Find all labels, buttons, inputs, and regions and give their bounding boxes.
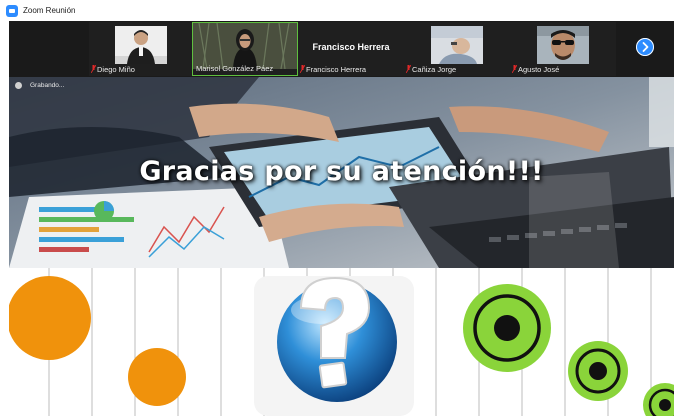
recording-label: Grabando... <box>30 82 65 89</box>
participant-name: Marisol González Páez <box>196 64 274 73</box>
participant-tile-marisol[interactable]: Marisol González Páez <box>192 22 298 76</box>
participant-name: Diego Miño <box>97 65 135 74</box>
shared-screen: Grabando... Gracias por su atención!!! <box>9 77 674 416</box>
recording-indicator: Grabando... <box>15 82 64 89</box>
muted-mic-icon <box>300 65 305 73</box>
participant-video <box>431 26 483 64</box>
participant-display-name: Francisco Herrera <box>312 42 390 52</box>
window-title: Zoom Reunión <box>23 6 76 15</box>
muted-mic-icon <box>512 65 517 73</box>
decorative-graphics <box>9 268 674 416</box>
participant-strip: Diego Miño Marisol González Páez Francis… <box>9 21 674 77</box>
zoom-logo-icon <box>6 4 18 17</box>
participant-tile-agusto[interactable]: Agusto José <box>510 22 616 76</box>
participant-name: Agusto José <box>518 65 560 74</box>
slide-photo: Grabando... Gracias por su atención!!! <box>9 77 674 268</box>
window-titlebar: Zoom Reunión <box>0 0 683 21</box>
muted-mic-icon <box>91 65 96 73</box>
slide-headline: Gracias por su atención!!! <box>139 156 544 187</box>
participant-tile-caniza[interactable]: Cañiza Jorge <box>404 22 510 76</box>
slide-decoration <box>9 268 674 416</box>
participant-video <box>193 23 297 69</box>
participant-video <box>537 26 589 64</box>
participant-tile-diego[interactable]: Diego Miño <box>89 22 193 76</box>
next-page-button[interactable] <box>636 38 654 56</box>
participant-tile-francisco[interactable]: Francisco Herrera Francisco Herrera <box>298 22 404 76</box>
chevron-right-icon <box>642 42 649 52</box>
muted-mic-icon <box>406 65 411 73</box>
cloud-record-icon <box>15 82 22 89</box>
participant-name: Francisco Herrera <box>306 65 367 74</box>
participant-name: Cañiza Jorge <box>412 65 457 74</box>
participant-video <box>115 26 167 64</box>
